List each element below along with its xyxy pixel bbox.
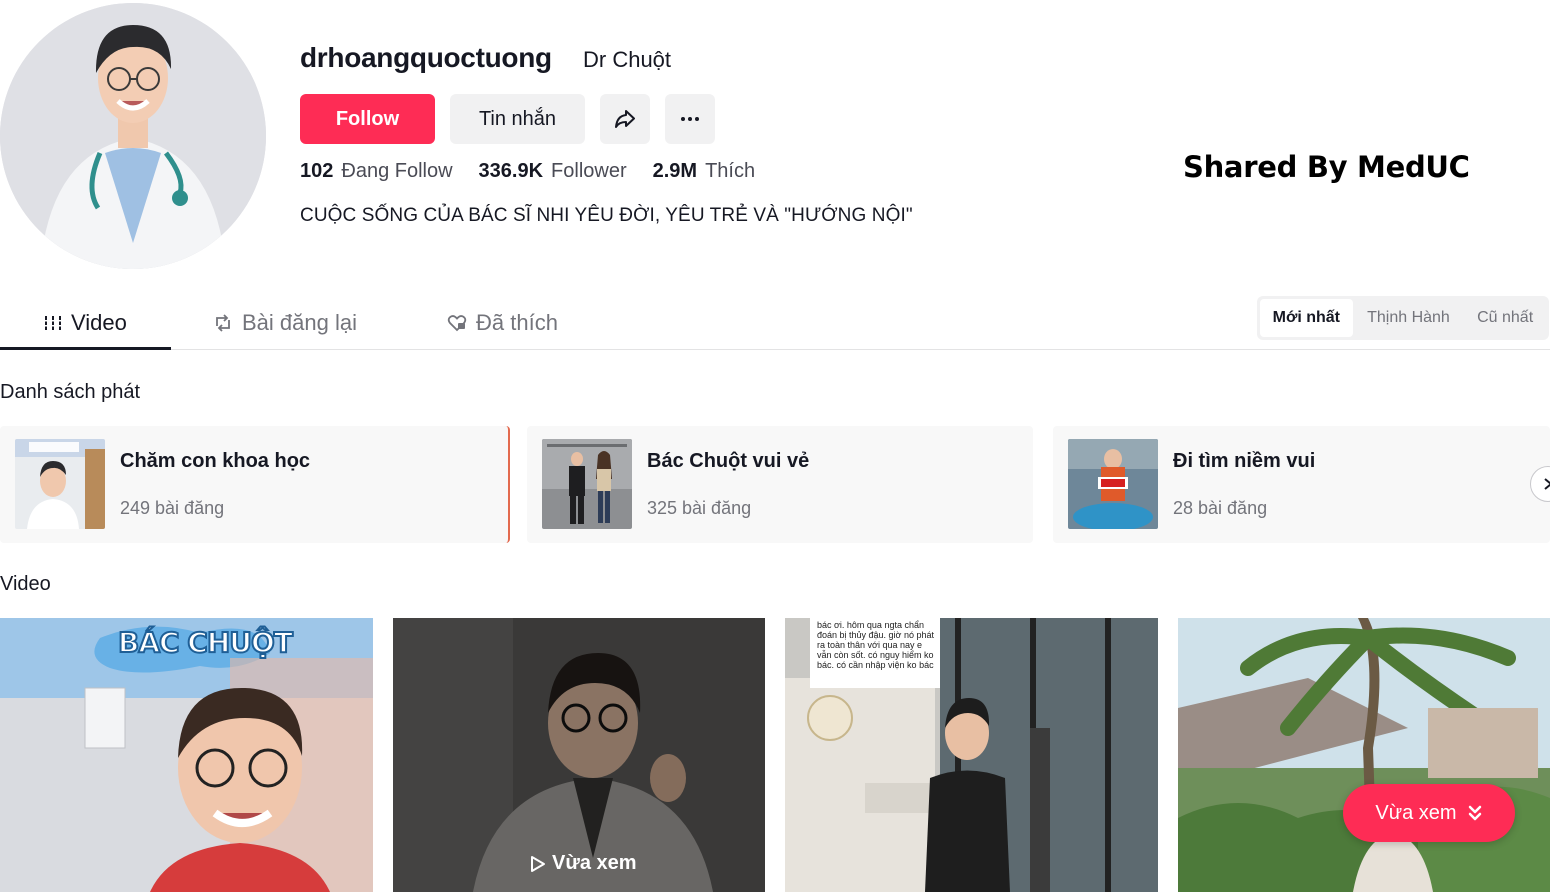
- profile-bio: CUỘC SỐNG CỦA BÁC SĨ NHI YÊU ĐỜI, YÊU TR…: [300, 205, 913, 226]
- video-thumbnail: [1178, 618, 1550, 892]
- watermark-text: Shared By MedUC: [1183, 150, 1470, 184]
- tab-video[interactable]: Video: [43, 296, 127, 350]
- grid-icon: [45, 316, 61, 330]
- playlist-card[interactable]: Đi tìm niềm vui 28 bài đăng: [1053, 426, 1550, 543]
- tab-video-label: Video: [71, 310, 127, 335]
- watched-overlay: Vừa xem: [530, 852, 637, 875]
- playlist-thumbnail: [542, 439, 632, 529]
- video-caption: BÁC CHUỘT: [117, 625, 294, 660]
- tab-liked[interactable]: Đã thích: [446, 296, 558, 350]
- video-card[interactable]: BÁC CHUỘT: [0, 618, 373, 892]
- followers-label: Follower: [551, 160, 627, 182]
- playlist-card[interactable]: Bác Chuột vui vẻ 325 bài đăng: [527, 426, 1033, 543]
- chevron-right-icon: [1544, 478, 1550, 490]
- sort-segmented-control: Mới nhất Thịnh Hành Cũ nhất: [1257, 296, 1549, 340]
- avatar-image: [0, 3, 266, 269]
- heart-lock-icon: [447, 315, 467, 332]
- video-thumbnail: [393, 618, 765, 892]
- double-chevron-down-icon: [1468, 805, 1481, 821]
- profile-nickname: Dr Chuột: [583, 47, 672, 72]
- playlist-card[interactable]: Chăm con khoa học 249 bài đăng: [0, 426, 510, 543]
- playlist-count: 249 bài đăng: [120, 498, 225, 518]
- watched-label: Vừa xem: [552, 852, 637, 874]
- followers-count: 336.9K: [478, 160, 544, 182]
- videos-heading: Video: [0, 573, 51, 595]
- playlist-thumbnail: [1068, 439, 1158, 529]
- playlist-count: 28 bài đăng: [1173, 498, 1268, 518]
- playlist-count: 325 bài đăng: [647, 498, 752, 518]
- follow-button[interactable]: Follow: [300, 94, 435, 144]
- following-stat[interactable]: 102 Đang Follow: [300, 160, 453, 183]
- watched-jump-button[interactable]: Vừa xem: [1343, 784, 1515, 842]
- sort-newest[interactable]: Mới nhất: [1260, 299, 1353, 337]
- play-icon: [531, 855, 545, 872]
- tab-repost[interactable]: Bài đăng lại: [212, 296, 357, 350]
- profile-avatar[interactable]: [0, 3, 266, 269]
- video-thumbnail: [0, 618, 373, 892]
- following-label: Đang Follow: [341, 160, 453, 182]
- video-card[interactable]: [393, 618, 765, 892]
- profile-stats: 102 Đang Follow 336.9K Follower 2.9M Thích: [300, 160, 755, 183]
- playlist-thumbnail: [15, 439, 105, 529]
- tab-active-indicator: [0, 347, 171, 350]
- video-caption: bác ơi. hôm qua ngta chẩn đoán bị thủy đ…: [817, 620, 934, 670]
- following-count: 102: [300, 160, 334, 182]
- playlist-name: Chăm con khoa học: [120, 450, 311, 472]
- video-card[interactable]: [1178, 618, 1550, 892]
- profile-username: drhoangquoctuong: [300, 42, 552, 73]
- more-icon: [681, 117, 699, 121]
- playlist-name: Đi tìm niềm vui: [1173, 450, 1316, 472]
- repost-icon: [216, 314, 230, 332]
- watched-pill-label: Vừa xem: [1375, 801, 1457, 824]
- share-icon: [615, 110, 635, 128]
- likes-stat: 2.9M Thích: [653, 160, 756, 183]
- video-card[interactable]: bác ơi. hôm qua ngta chẩn đoán bị thủy đ…: [785, 618, 1158, 892]
- playlist-name: Bác Chuột vui vẻ: [647, 450, 810, 472]
- more-button[interactable]: [665, 94, 715, 144]
- likes-count: 2.9M: [652, 160, 698, 182]
- tab-repost-label: Bài đăng lại: [242, 310, 357, 335]
- tab-liked-label: Đã thích: [476, 310, 558, 335]
- playlists-heading: Danh sách phát: [0, 381, 141, 403]
- message-button[interactable]: Tin nhắn: [450, 94, 585, 144]
- share-button[interactable]: [600, 94, 650, 144]
- sort-trending[interactable]: Thịnh Hành: [1353, 299, 1465, 337]
- sort-oldest[interactable]: Cũ nhất: [1464, 299, 1546, 337]
- likes-label: Thích: [705, 160, 756, 182]
- followers-stat[interactable]: 336.9K Follower: [479, 160, 627, 183]
